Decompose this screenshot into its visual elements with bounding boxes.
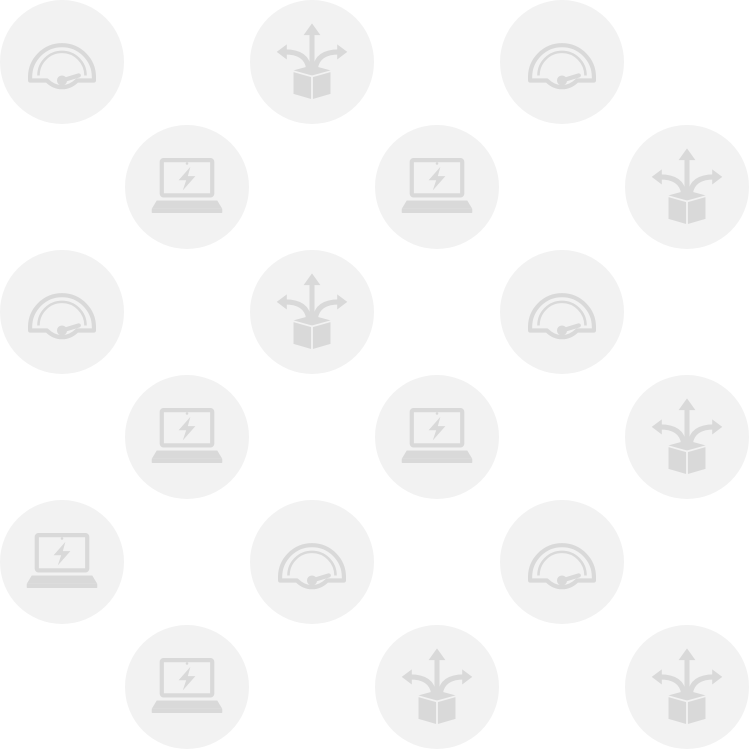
pattern-tile bbox=[500, 500, 624, 624]
pattern-tile bbox=[375, 375, 499, 499]
gauge-icon bbox=[520, 270, 604, 354]
pattern-tile bbox=[625, 125, 749, 249]
branching-arrows-box-icon bbox=[645, 145, 729, 229]
gauge-icon bbox=[270, 520, 354, 604]
pattern-tile bbox=[250, 250, 374, 374]
pattern-tile bbox=[625, 625, 749, 749]
laptop-power-icon bbox=[145, 395, 229, 479]
gauge-icon bbox=[520, 520, 604, 604]
laptop-power-icon bbox=[145, 645, 229, 729]
pattern-tile bbox=[375, 125, 499, 249]
laptop-power-icon bbox=[395, 145, 479, 229]
pattern-tile bbox=[125, 375, 249, 499]
branching-arrows-box-icon bbox=[395, 645, 479, 729]
pattern-tile bbox=[500, 0, 624, 124]
pattern-tile bbox=[500, 250, 624, 374]
pattern-tile bbox=[0, 0, 124, 124]
laptop-power-icon bbox=[395, 395, 479, 479]
pattern-tile bbox=[0, 500, 124, 624]
pattern-tile bbox=[625, 375, 749, 499]
laptop-power-icon bbox=[20, 520, 104, 604]
pattern-tile bbox=[250, 0, 374, 124]
pattern-tile bbox=[125, 625, 249, 749]
branching-arrows-box-icon bbox=[645, 395, 729, 479]
pattern-tile bbox=[250, 500, 374, 624]
laptop-power-icon bbox=[145, 145, 229, 229]
gauge-icon bbox=[20, 270, 104, 354]
gauge-icon bbox=[520, 20, 604, 104]
branching-arrows-box-icon bbox=[270, 20, 354, 104]
pattern-tile bbox=[375, 625, 499, 749]
branching-arrows-box-icon bbox=[645, 645, 729, 729]
pattern-tile bbox=[125, 125, 249, 249]
icon-pattern-background bbox=[0, 0, 750, 750]
branching-arrows-box-icon bbox=[270, 270, 354, 354]
gauge-icon bbox=[20, 20, 104, 104]
pattern-tile bbox=[0, 250, 124, 374]
